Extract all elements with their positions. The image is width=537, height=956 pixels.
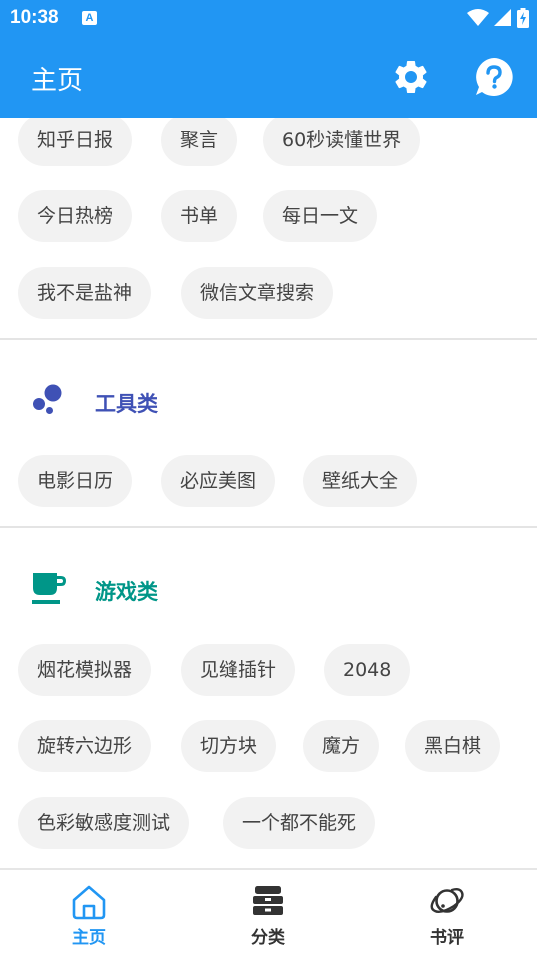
battery-charging-icon bbox=[517, 8, 529, 28]
cellular-signal-icon bbox=[494, 9, 511, 26]
nav-category-label: 分类 bbox=[251, 928, 285, 948]
chip-book-list[interactable]: 书单 bbox=[161, 190, 238, 242]
chip-fireworks[interactable]: 烟花模拟器 bbox=[18, 644, 152, 696]
cup-icon bbox=[32, 573, 66, 604]
content-scroll-area[interactable]: 知乎日报 聚言 60秒读懂世界 今日热榜 书单 每日一文 我不是盐神 微信文章搜… bbox=[0, 118, 537, 868]
gear-icon bbox=[395, 60, 427, 93]
chip-daily-article[interactable]: 每日一文 bbox=[263, 190, 378, 242]
notification-a-icon: A bbox=[82, 11, 97, 25]
page-title: 主页 bbox=[31, 66, 84, 96]
chip-60s-world[interactable]: 60秒读懂世界 bbox=[263, 118, 421, 166]
bottom-nav: 主页 分类 书评 bbox=[0, 868, 537, 956]
chip-hexagon[interactable]: 旋转六边形 bbox=[18, 720, 152, 772]
status-time: 10:38 bbox=[10, 7, 59, 28]
status-bar: 10:38 A bbox=[0, 0, 537, 36]
section-divider bbox=[0, 526, 537, 528]
settings-button[interactable] bbox=[390, 56, 432, 98]
chip-not-salt-god[interactable]: 我不是盐神 bbox=[18, 267, 152, 319]
status-icons bbox=[467, 7, 529, 29]
section-title-games: 游戏类 bbox=[95, 580, 158, 604]
nav-category[interactable]: 分类 bbox=[218, 870, 318, 956]
planet-icon bbox=[430, 888, 464, 914]
chip-zhihu-daily[interactable]: 知乎日报 bbox=[18, 118, 133, 166]
chip-rubiks-cube[interactable]: 魔方 bbox=[303, 720, 380, 772]
chip-wechat-search[interactable]: 微信文章搜索 bbox=[181, 267, 334, 319]
nav-home[interactable]: 主页 bbox=[39, 870, 139, 956]
chip-pin-needle[interactable]: 见缝插针 bbox=[181, 644, 296, 696]
bubbles-icon bbox=[33, 384, 62, 414]
chip-today-hot[interactable]: 今日热榜 bbox=[18, 190, 133, 242]
chip-color-test[interactable]: 色彩敏感度测试 bbox=[18, 797, 190, 849]
nav-book-review-label: 书评 bbox=[430, 928, 464, 948]
nav-home-label: 主页 bbox=[72, 928, 106, 948]
chip-juyan[interactable]: 聚言 bbox=[161, 118, 238, 166]
chip-none-can-die[interactable]: 一个都不能死 bbox=[223, 797, 376, 849]
category-stack-icon bbox=[253, 886, 283, 915]
help-question-icon bbox=[476, 58, 513, 96]
home-icon bbox=[72, 885, 106, 920]
section-title-tools: 工具类 bbox=[95, 392, 158, 416]
chip-bing-images[interactable]: 必应美图 bbox=[161, 455, 276, 507]
section-divider bbox=[0, 338, 537, 340]
chip-movie-calendar[interactable]: 电影日历 bbox=[18, 455, 133, 507]
chip-cut-block[interactable]: 切方块 bbox=[181, 720, 277, 772]
chip-reversi[interactable]: 黑白棋 bbox=[405, 720, 501, 772]
chip-wallpapers[interactable]: 壁纸大全 bbox=[303, 455, 418, 507]
wifi-icon bbox=[467, 9, 489, 26]
help-button[interactable] bbox=[473, 56, 515, 98]
app-bar: 主页 bbox=[0, 36, 537, 118]
chip-2048[interactable]: 2048 bbox=[324, 644, 411, 696]
nav-book-review[interactable]: 书评 bbox=[397, 870, 497, 956]
